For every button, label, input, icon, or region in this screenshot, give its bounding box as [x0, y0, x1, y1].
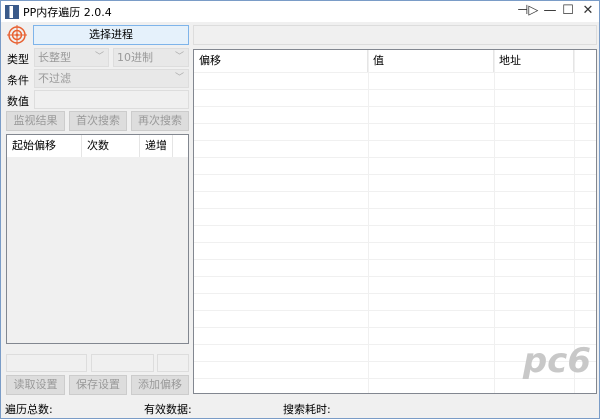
status-bar: 遍历总数: 有效数据: 搜索耗时:: [1, 398, 599, 418]
monitor-results-button[interactable]: 监视结果: [6, 111, 65, 131]
app-window: PP内存遍历 2.0.4 ⊣▷ — ☐ ✕ 选择进程 类型 长整型 ﹀ 10进制 ﹀…: [0, 0, 600, 419]
chevron-down-icon: ﹀: [174, 73, 184, 83]
watermark-logo: pc6: [522, 341, 591, 381]
value-label: 数值: [7, 95, 29, 108]
save-settings-button[interactable]: 保存设置: [69, 375, 127, 395]
offset-input-2[interactable]: [91, 354, 154, 372]
maximize-button[interactable]: ☐: [559, 3, 577, 19]
target-icon[interactable]: [7, 25, 27, 45]
add-offset-button[interactable]: 添加偏移: [131, 375, 189, 395]
process-field[interactable]: [193, 25, 597, 45]
window-title: PP内存遍历 2.0.4: [23, 5, 112, 19]
column-header-count[interactable]: 次数: [82, 135, 140, 157]
offset-list[interactable]: 起始偏移 次数 递增: [6, 134, 189, 344]
grid-line: [194, 106, 596, 107]
grid-line: [194, 259, 596, 260]
condition-label: 条件: [7, 74, 29, 87]
type-label: 类型: [7, 53, 29, 66]
type-select[interactable]: 长整型 ﹀: [34, 48, 109, 67]
column-header-offset[interactable]: 偏移: [194, 50, 368, 72]
column-header-address[interactable]: 地址: [494, 50, 574, 72]
valid-data-label: 有效数据:: [144, 403, 192, 416]
column-header-value[interactable]: 值: [368, 50, 494, 72]
title-bar: PP内存遍历 2.0.4 ⊣▷ — ☐ ✕: [1, 1, 599, 22]
search-time-label: 搜索耗时:: [283, 403, 331, 416]
column-header-start-offset[interactable]: 起始偏移: [7, 135, 82, 157]
grid-line: [194, 157, 596, 158]
grid-line: [194, 242, 596, 243]
minimize-button[interactable]: —: [541, 3, 559, 19]
grid-line: [194, 208, 596, 209]
chevron-down-icon: ﹀: [94, 52, 104, 62]
type-value: 长整型: [38, 51, 71, 64]
grid-line: [194, 327, 596, 328]
load-settings-button[interactable]: 读取设置: [6, 375, 65, 395]
base-select[interactable]: 10进制 ﹀: [113, 48, 189, 67]
condition-select[interactable]: 不过滤 ﹀: [34, 69, 189, 88]
chevron-down-icon: ﹀: [174, 52, 184, 62]
grid-line: [194, 174, 596, 175]
grid-line: [194, 191, 596, 192]
grid-line: [194, 310, 596, 311]
grid-line: [194, 276, 596, 277]
grid-line: [194, 89, 596, 90]
first-search-button[interactable]: 首次搜索: [69, 111, 127, 131]
select-process-button[interactable]: 选择进程: [33, 25, 189, 45]
grid-line: [194, 123, 596, 124]
offset-input-1[interactable]: [6, 354, 87, 372]
pin-icon[interactable]: ⊣▷: [517, 3, 538, 19]
next-search-button[interactable]: 再次搜索: [131, 111, 189, 131]
grid-line: [194, 293, 596, 294]
offset-input-3[interactable]: [157, 354, 189, 372]
value-input[interactable]: [34, 90, 189, 109]
grid-line: [194, 72, 596, 73]
grid-line: [194, 140, 596, 141]
grid-line: [194, 225, 596, 226]
close-button[interactable]: ✕: [579, 3, 597, 19]
column-header-increment[interactable]: 递增: [140, 135, 173, 157]
condition-value: 不过滤: [38, 72, 71, 85]
app-icon: [5, 4, 19, 19]
base-value: 10进制: [117, 51, 153, 64]
total-count-label: 遍历总数:: [5, 403, 53, 416]
